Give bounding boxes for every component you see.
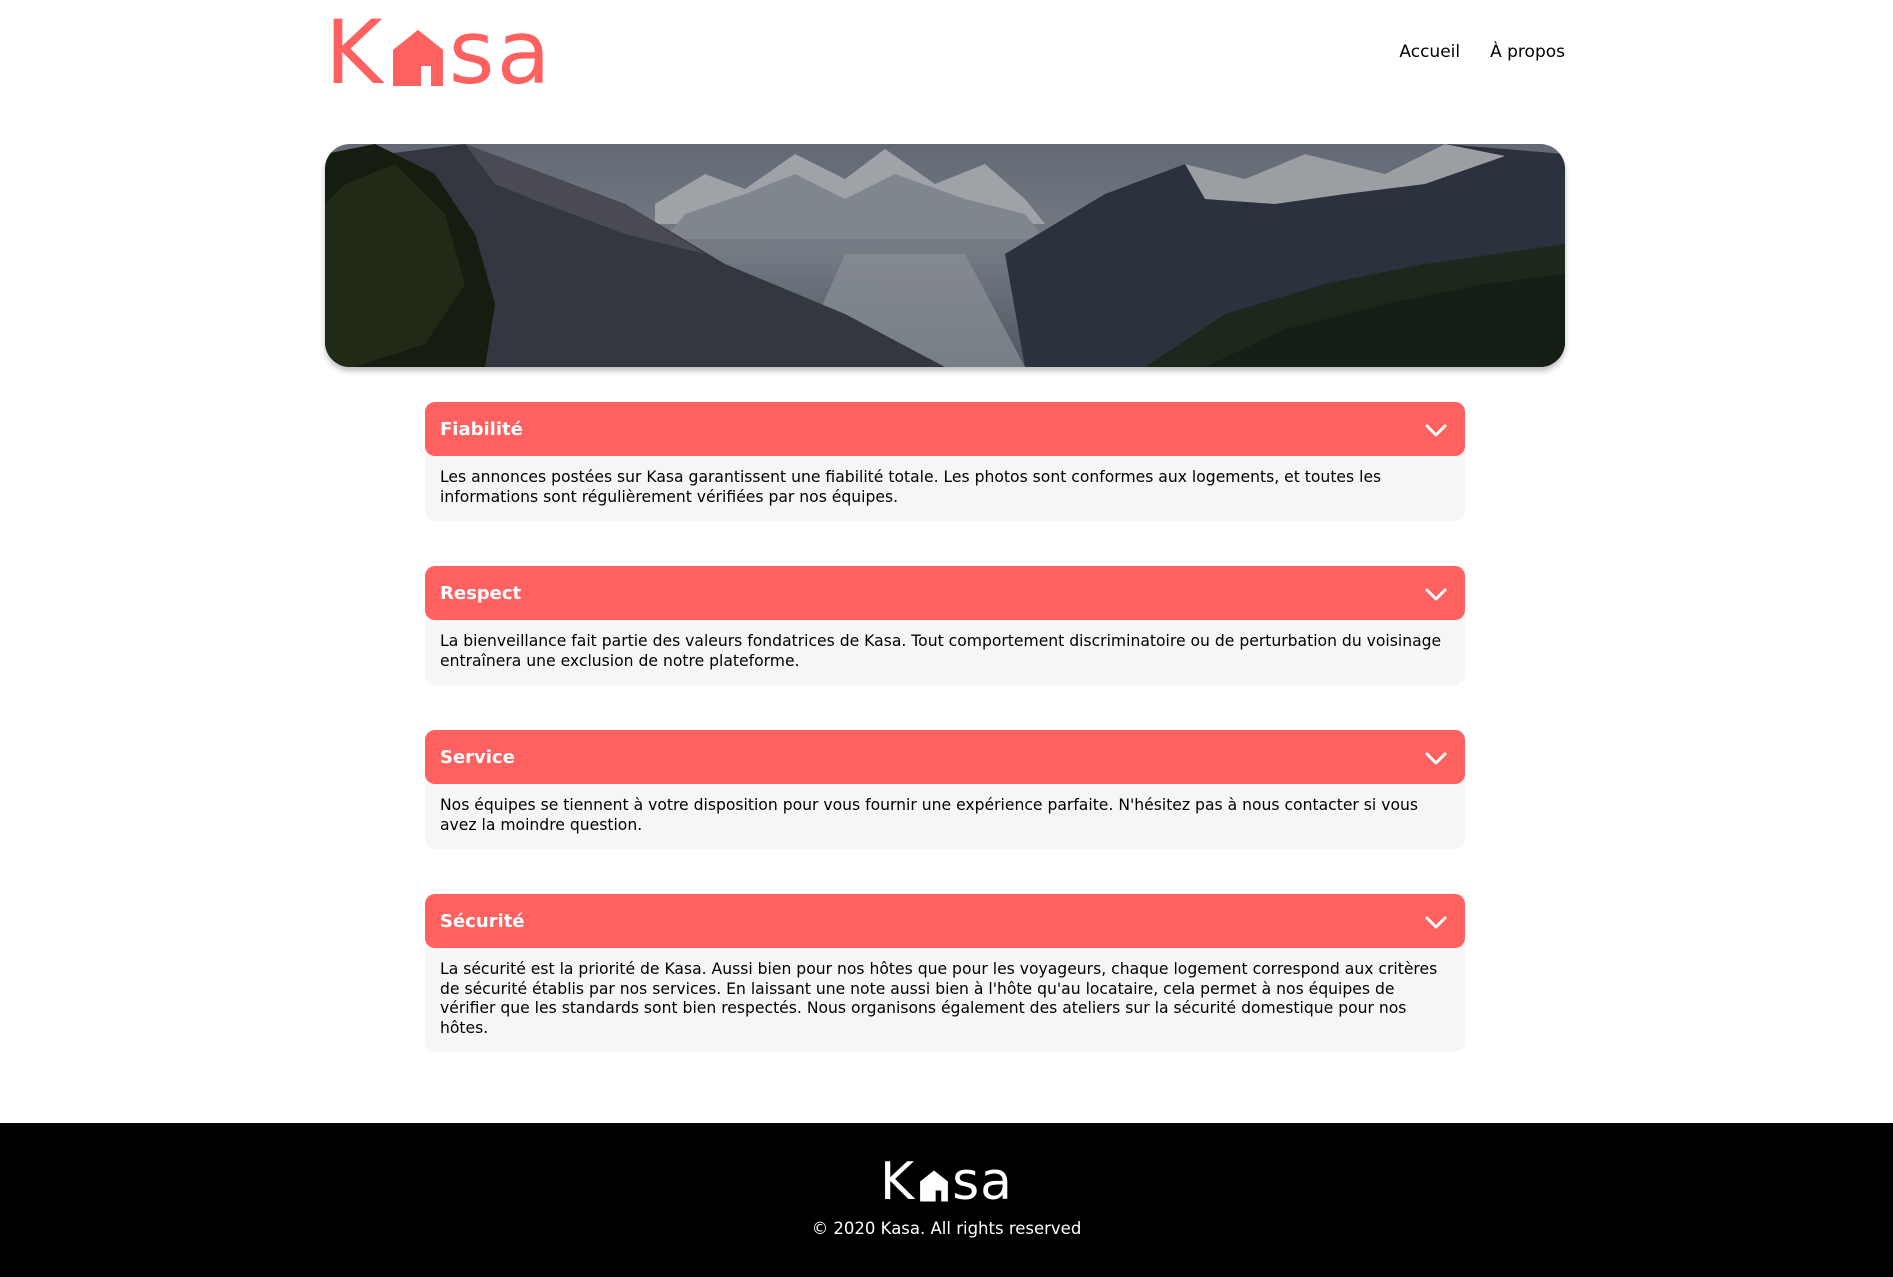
site-footer: K sa © 2020 Kasa. All rights reserved [0, 1123, 1893, 1277]
collapse-body-fiabilite: Les annonces postées sur Kasa garantisse… [425, 446, 1465, 521]
collapse-body-service: Nos équipes se tiennent à votre disposit… [425, 774, 1465, 849]
house-icon [392, 30, 443, 86]
chevron-down-icon[interactable] [1425, 583, 1447, 605]
site-header: K sa Accueil À propos [325, 1, 1565, 104]
collapse-title: Sécurité [440, 910, 525, 932]
collapse-service: Service Nos équipes se tiennent à votre … [425, 730, 1465, 849]
nav-link-accueil[interactable]: Accueil [1399, 42, 1460, 62]
collapse-securite: Sécurité La sécurité est la priorité de … [425, 894, 1465, 1052]
logo-letter-k: K [325, 1, 385, 104]
collapse-title: Respect [440, 582, 522, 604]
collapse-header-service[interactable]: Service [425, 730, 1465, 784]
collapse-title: Fiabilité [440, 418, 523, 440]
chevron-down-icon[interactable] [1425, 419, 1447, 441]
copyright-text: © 2020 Kasa. All rights reserved [811, 1219, 1082, 1238]
kasa-logo[interactable]: K sa [325, 1, 553, 104]
collapse-title: Service [440, 746, 515, 768]
footer-logo-letter-k: K [879, 1152, 916, 1212]
footer-logo-letters-sa: sa [952, 1152, 1014, 1212]
main-nav: Accueil À propos [1399, 42, 1565, 62]
chevron-down-icon[interactable] [1425, 911, 1447, 933]
collapse-header-fiabilite[interactable]: Fiabilité [425, 402, 1465, 456]
house-icon [920, 1170, 948, 1202]
collapse-body-securite: La sécurité est la priorité de Kasa. Aus… [425, 938, 1465, 1052]
collapse-respect: Respect La bienveillance fait partie des… [425, 566, 1465, 685]
collapse-header-securite[interactable]: Sécurité [425, 894, 1465, 948]
footer-kasa-logo: K sa [0, 1152, 1893, 1212]
collapse-fiabilite: Fiabilité Les annonces postées sur Kasa … [425, 402, 1465, 521]
collapse-header-respect[interactable]: Respect [425, 566, 1465, 620]
collapse-body-respect: La bienveillance fait partie des valeurs… [425, 610, 1465, 685]
chevron-down-icon[interactable] [1425, 747, 1447, 769]
about-banner [325, 144, 1565, 367]
mountain-landscape-image [325, 144, 1565, 367]
values-collapse-list: Fiabilité Les annonces postées sur Kasa … [425, 402, 1465, 1097]
logo-letters-sa: sa [448, 1, 553, 104]
nav-link-a-propos[interactable]: À propos [1490, 42, 1565, 62]
